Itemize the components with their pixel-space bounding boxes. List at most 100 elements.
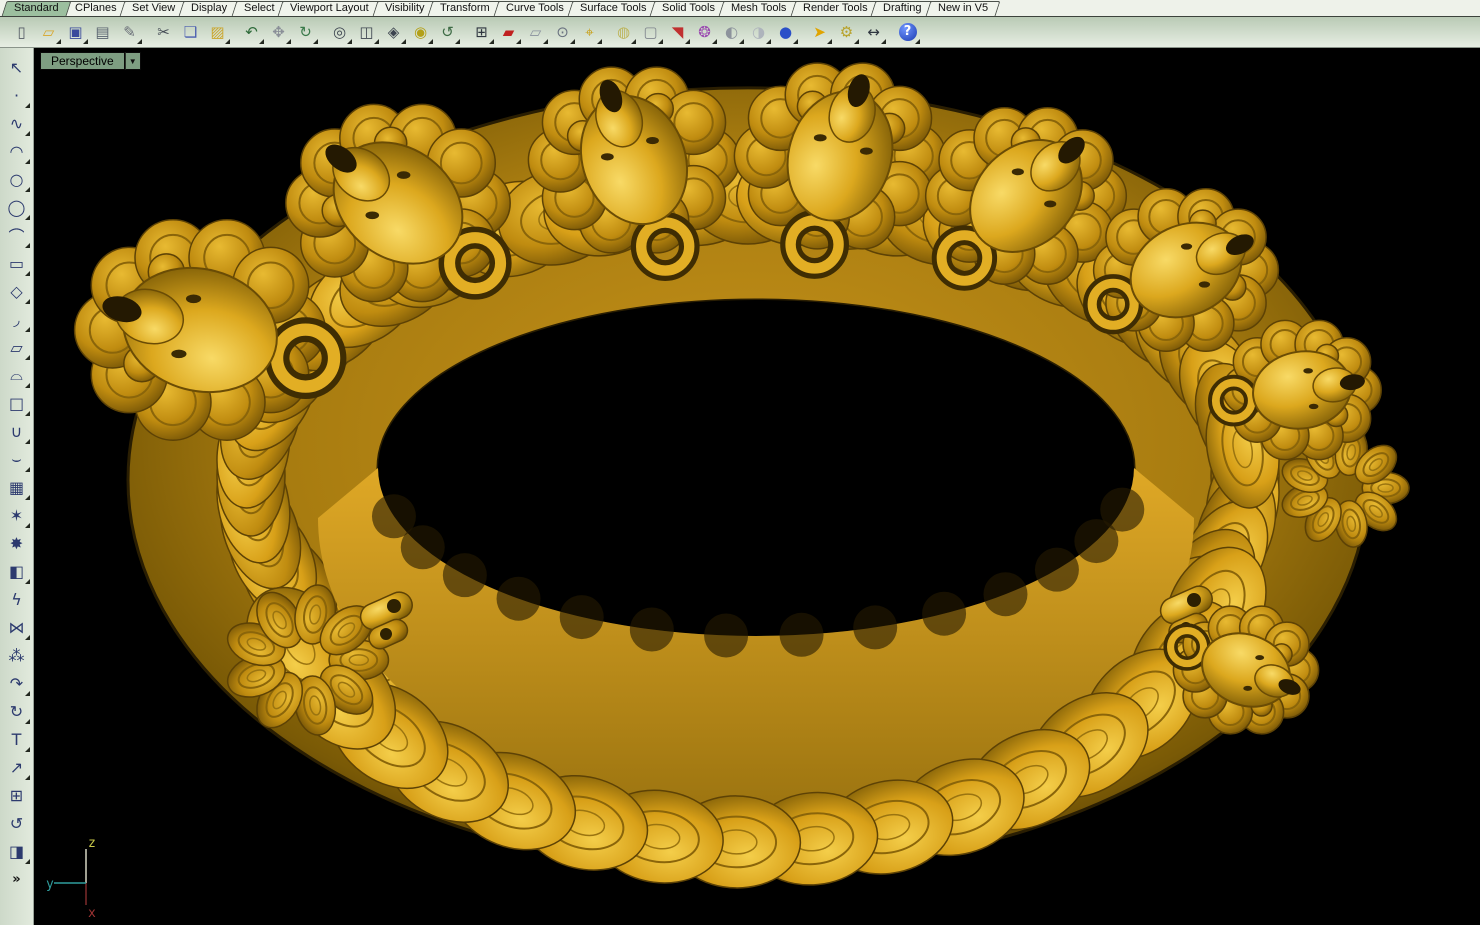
tab-transform[interactable]: Transform [428,1,503,16]
hide-objects-bulb-button[interactable]: ◍ [610,19,637,45]
sidebar-tool-rectangle[interactable]: ▭ [3,249,31,277]
undo-view-change-icon: ↺ [441,23,454,41]
zoom-dynamic-button[interactable]: ◎ [326,19,353,45]
open-file-button[interactable]: ▱ [35,19,62,45]
mesh-icon: ▦ [9,478,24,497]
print-icon: ▤ [95,23,109,41]
sidebar-tool-point[interactable]: · [3,81,31,109]
sidebar-tool-adjust-curve[interactable]: ↷ [3,669,31,697]
save-button[interactable]: ▣ [62,19,89,45]
tab-render-tools[interactable]: Render Tools [790,1,879,16]
sidebar-tool-control-point-curve[interactable]: ∿ [3,109,31,137]
sidebar-tool-fillet-curve[interactable]: ◞ [3,305,31,333]
revolve-icon: ⌣ [11,449,22,469]
viewport-perspective[interactable]: Perspective ▼ z y x [34,48,1480,925]
named-views-car-button[interactable]: ▰ [495,19,522,45]
fillet-curve-icon: ◞ [13,310,19,329]
move-icon: ↗ [10,758,23,777]
sidebar-tool-array[interactable]: ⊞ [3,781,31,809]
array-icon: ⊞ [10,786,23,805]
select-icon: ↖ [10,58,23,77]
ghosted-display-button[interactable]: ◑ [745,19,772,45]
rotate-view-icon: ↻ [299,23,312,41]
render-button[interactable]: ➤ [806,19,833,45]
tab-viewport-layout[interactable]: Viewport Layout [278,1,382,16]
paste-button[interactable]: ▨ [204,19,231,45]
sidebar-tool-polygon[interactable]: ◇ [3,277,31,305]
bracelet-render-canvas[interactable] [34,48,1480,925]
tab-solid-tools[interactable]: Solid Tools [650,1,728,16]
sidebar-tool-mesh[interactable]: ▦ [3,473,31,501]
object-properties-wheel-button[interactable]: ❂ [691,19,718,45]
split-icon: ϟ [11,590,22,609]
sidebar-tool-curve-through-points[interactable]: ◠ [3,137,31,165]
new-file-button[interactable]: ▯ [8,19,35,45]
undo-view-change-button[interactable]: ↺ [434,19,461,45]
tab-cplanes[interactable]: CPlanes [62,1,128,16]
viewport-title[interactable]: Perspective [40,52,125,70]
tab-standard[interactable]: Standard [2,1,72,16]
sidebar-tool-boolean-union-spheres[interactable]: ∪ [3,417,31,445]
set-view-circle-icon: ⊙ [556,23,569,41]
tab-label: Standard [14,2,59,15]
tab-new-in-v5[interactable]: New in V5 [926,1,1001,16]
zoom-selected-button[interactable]: ◉ [407,19,434,45]
tab-label: Drafting [883,2,922,15]
boolean-union-spheres-icon: ∪ [11,422,23,441]
tab-mesh-tools[interactable]: Mesh Tools [719,1,799,16]
dimension-icon: ↔ [867,23,880,41]
sidebar-tool-rotate[interactable]: ↺ [3,809,31,837]
sidebar-tool-move[interactable]: ↗ [3,753,31,781]
notes-button[interactable]: ✎ [116,19,143,45]
ghosted-display-icon: ◑ [752,23,765,41]
sidebar-tool-extrude-solid[interactable]: ◨ [3,837,31,865]
tab-drafting[interactable]: Drafting [871,1,934,16]
sidebar-tool-select[interactable]: ↖ [3,53,31,81]
sidebar-tool-revolve[interactable]: ⌣ [3,445,31,473]
notes-icon: ✎ [123,23,136,41]
set-cplane-map-button[interactable]: ▱ [522,19,549,45]
sidebar-tool-more-tools[interactable]: » [3,865,31,893]
sidebar-tool-text[interactable]: T [3,725,31,753]
lion-head [1171,606,1319,734]
sidebar-tool-surface-from-points[interactable]: ▱ [3,333,31,361]
sidebar-tool-ellipse[interactable]: ◯ [3,193,31,221]
window-target-button[interactable]: ⌖ [576,19,603,45]
copy-button[interactable]: ❏ [177,19,204,45]
sidebar-tool-split[interactable]: ϟ [3,585,31,613]
sidebar-tool-rebuild[interactable]: ↻ [3,697,31,725]
tool-sidebar: ↖ ·∿◠○◯⌒▭◇ ◞ ▱⌓□ ∪ ⌣ ▦ ✶✸◧ ϟ ⋈ ⁂ ↷↻T ↗ ⊞ ↺◨» [0,48,34,925]
zoom-window-button[interactable]: ◫ [353,19,380,45]
sidebar-tool-group[interactable]: ⁂ [3,641,31,669]
sidebar-tool-box[interactable]: □ [3,389,31,417]
tab-surface-tools[interactable]: Surface Tools [568,1,659,16]
tab-set-view[interactable]: Set View [120,1,188,16]
tab-display[interactable]: Display [179,1,240,16]
set-view-circle-button[interactable]: ⊙ [549,19,576,45]
tab-curve-tools[interactable]: Curve Tools [494,1,577,16]
dimension-button[interactable]: ↔ [860,19,887,45]
sidebar-tool-curved-surface[interactable]: ⌓ [3,361,31,389]
lock-objects-button[interactable]: ▢ [637,19,664,45]
layers-wedge-button[interactable]: ◥ [664,19,691,45]
sidebar-tool-arc[interactable]: ⌒ [3,221,31,249]
shaded-display-button[interactable]: ◐ [718,19,745,45]
rotate-view-button[interactable]: ↻ [292,19,319,45]
sidebar-tool-circle[interactable]: ○ [3,165,31,193]
group-icon: ⁂ [9,646,25,665]
sidebar-tool-boolean-star[interactable]: ✶ [3,501,31,529]
cut-button[interactable]: ✂ [150,19,177,45]
undo-button[interactable]: ↶ [238,19,265,45]
viewport-title-dropdown[interactable]: ▼ [125,52,141,70]
zoom-extents-button[interactable]: ◈ [380,19,407,45]
sidebar-tool-trim[interactable]: ◧ [3,557,31,585]
sidebar-tool-join[interactable]: ⋈ [3,613,31,641]
pan-button[interactable]: ✥ [265,19,292,45]
rendered-display-button[interactable]: ● [772,19,799,45]
sidebar-tool-explode[interactable]: ✸ [3,529,31,557]
options-gear-button[interactable]: ⚙ [833,19,860,45]
rendered-display-icon: ● [779,23,792,41]
help-button[interactable]: ? [894,19,921,45]
four-viewports-button[interactable]: ⊞ [468,19,495,45]
print-button[interactable]: ▤ [89,19,116,45]
